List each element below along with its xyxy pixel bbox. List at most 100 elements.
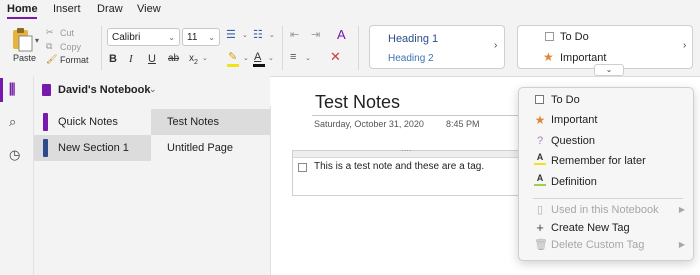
tab-view[interactable]: View <box>137 3 161 15</box>
italic-button[interactable]: I <box>129 52 133 66</box>
chevron-down-icon[interactable]: ⌄ <box>269 31 275 39</box>
menu-item-todo[interactable]: To Do <box>519 90 693 110</box>
decrease-indent-icon[interactable]: ⇤ <box>290 28 299 41</box>
notebooks-icon[interactable]: ⫼ <box>9 81 15 98</box>
bold-button[interactable]: B <box>109 52 117 66</box>
chevron-down-icon[interactable]: ⌄ <box>202 54 208 62</box>
trash-icon: 🗑 <box>534 239 548 251</box>
question-icon: ? <box>536 135 544 147</box>
star-icon: ★ <box>543 50 554 64</box>
font-family-value: Calibri <box>112 32 141 43</box>
todo-checkbox[interactable] <box>298 163 307 172</box>
menu-item-delete-custom-tag: 🗑 Delete Custom Tag ▶ <box>519 235 693 255</box>
left-rail: ⫼ ⌕ ◷ <box>0 76 34 275</box>
menu-item-label: To Do <box>551 94 580 106</box>
chevron-down-icon[interactable]: ⌄ <box>305 54 311 62</box>
increase-indent-icon[interactable]: ⇥ <box>311 28 320 41</box>
highlighter-icon: A <box>534 172 546 186</box>
page-time: 8:45 PM <box>446 119 480 129</box>
chevron-right-icon[interactable]: › <box>494 40 497 51</box>
page-item-test-notes[interactable]: Test Notes <box>151 109 270 135</box>
tags-gallery[interactable]: To Do ★ Important › <box>517 25 693 69</box>
menu-item-label: Question <box>551 135 596 147</box>
grip-dots-icon: ···· <box>401 146 412 155</box>
pages-list: Test Notes Untitled Page <box>151 106 271 275</box>
notebook-name: David's Notebook <box>58 84 151 96</box>
bullet-list-icon[interactable]: ☰ <box>226 28 236 41</box>
rail-active-indicator <box>0 78 3 102</box>
checkbox-icon <box>545 32 554 41</box>
heading-2-style[interactable]: Heading 2 <box>388 53 434 64</box>
section-color-tab <box>43 113 48 131</box>
menu-item-used-in-notebook: ▯ Used in this Notebook ▶ <box>519 200 693 220</box>
font-size-value: 11 <box>187 32 198 43</box>
notebook-icon <box>42 84 51 96</box>
subscript-button[interactable]: x2 <box>189 52 198 70</box>
active-tab-indicator <box>7 17 37 19</box>
star-icon: ★ <box>534 113 546 127</box>
expand-tags-button[interactable]: ⌄ <box>594 64 624 76</box>
align-paragraph-icon[interactable]: ≡ <box>290 51 296 63</box>
menu-item-label: Remember for later <box>551 155 646 167</box>
font-color-button[interactable]: A <box>254 50 261 64</box>
section-label: Quick Notes <box>58 116 118 128</box>
tag-todo[interactable]: To Do <box>560 31 589 43</box>
menu-item-label: Used in this Notebook <box>551 204 659 216</box>
recent-clock-icon[interactable]: ◷ <box>9 147 20 163</box>
format-painter-button[interactable]: Format <box>60 55 89 65</box>
section-label: New Section 1 <box>58 142 129 154</box>
ribbon-tab-bar: Home Insert Draw View <box>0 0 700 20</box>
chevron-right-icon[interactable]: › <box>683 40 686 51</box>
tab-draw[interactable]: Draw <box>97 3 123 15</box>
tag-important[interactable]: Important <box>560 52 606 64</box>
numbered-list-icon[interactable]: ☷ <box>253 28 263 41</box>
note-container[interactable]: ···· This is a test note and these are a… <box>292 146 532 196</box>
page-title[interactable]: Test Notes <box>315 92 400 113</box>
strikethrough-button[interactable]: ab <box>168 52 179 66</box>
underline-button[interactable]: U <box>148 52 156 66</box>
menu-item-remember-for-later[interactable]: A Remember for later <box>519 151 693 171</box>
notebook-header[interactable]: David's Notebook ⌄ <box>34 76 270 106</box>
styles-icon[interactable]: A <box>337 27 346 42</box>
highlighter-icon[interactable]: ✎ <box>228 50 237 63</box>
chevron-down-icon: ⌄ <box>149 84 157 94</box>
tab-insert[interactable]: Insert <box>53 3 81 15</box>
heading-1-style[interactable]: Heading 1 <box>388 33 438 45</box>
section-new-section-1[interactable]: New Section 1 <box>34 135 151 161</box>
tag-dropdown-menu: To Do ★ Important ? Question A Remember … <box>518 87 694 261</box>
section-quick-notes[interactable]: Quick Notes <box>34 109 151 135</box>
cut-button[interactable]: Cut <box>60 28 74 38</box>
chevron-right-icon: ▶ <box>678 240 685 249</box>
chevron-down-icon: ⌄ <box>168 33 175 42</box>
font-family-select[interactable]: Calibri ⌄ <box>107 28 180 46</box>
notebook-icon: ▯ <box>536 204 544 216</box>
menu-item-important[interactable]: ★ Important <box>519 110 693 130</box>
page-label: Test Notes <box>167 116 219 128</box>
paste-options-chevron-icon[interactable]: ▾ <box>35 36 39 45</box>
note-text[interactable]: This is a test note and these are a tag. <box>314 161 484 172</box>
format-painter-icon: 🖌 <box>46 54 58 64</box>
chevron-down-icon[interactable]: ⌄ <box>268 54 274 62</box>
clear-formatting-icon[interactable]: ✕ <box>330 49 341 65</box>
chevron-down-icon[interactable]: ⌄ <box>243 54 249 62</box>
menu-item-question[interactable]: ? Question <box>519 131 693 151</box>
paste-icon <box>13 28 33 52</box>
chevron-right-icon: ▶ <box>678 205 685 214</box>
styles-gallery[interactable]: Heading 1 Heading 2 › <box>369 25 505 69</box>
search-icon[interactable]: ⌕ <box>9 114 16 130</box>
highlighter-icon: A <box>534 151 546 165</box>
cut-icon: ✂ <box>46 27 54 37</box>
page-item-untitled[interactable]: Untitled Page <box>151 135 270 161</box>
tab-home[interactable]: Home <box>7 3 38 15</box>
chevron-down-icon: ⌄ <box>208 33 215 42</box>
copy-button[interactable]: Copy <box>60 42 81 52</box>
menu-item-definition[interactable]: A Definition <box>519 172 693 192</box>
ribbon-divider <box>358 26 359 70</box>
section-color-tab <box>43 139 48 157</box>
font-size-select[interactable]: 11 ⌄ <box>182 28 220 46</box>
note-drag-handle[interactable]: ···· <box>293 146 531 158</box>
menu-item-label: Definition <box>551 176 597 188</box>
ribbon-divider <box>282 26 283 70</box>
menu-item-label: Important <box>551 114 598 126</box>
chevron-down-icon[interactable]: ⌄ <box>242 31 248 39</box>
